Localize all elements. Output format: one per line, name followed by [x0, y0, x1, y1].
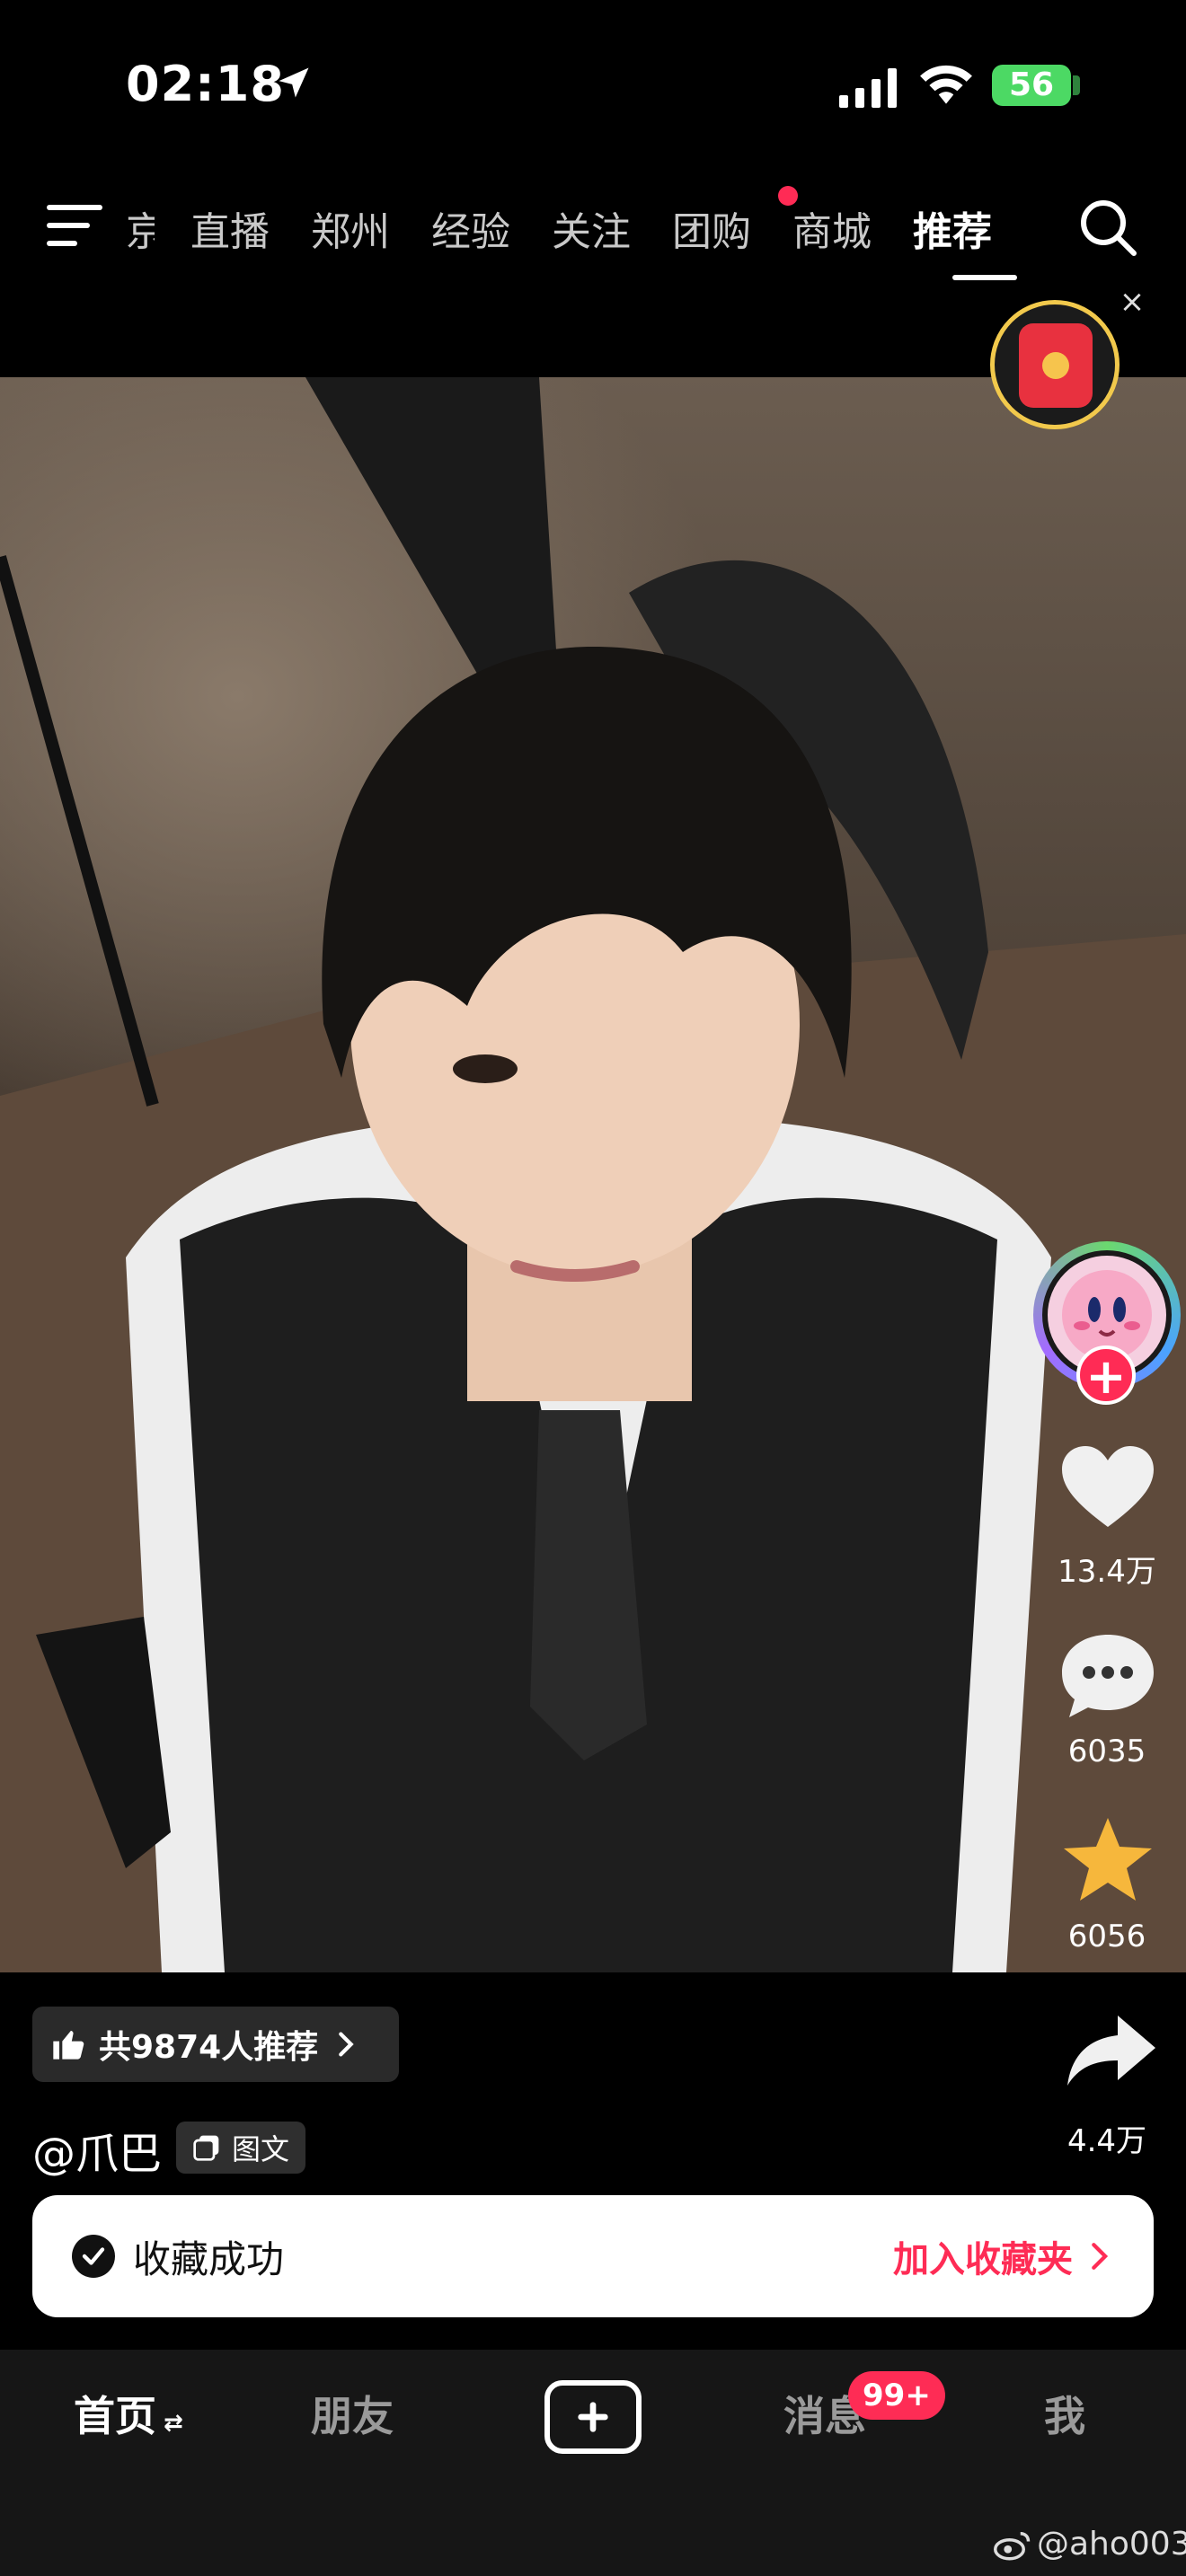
tab-me[interactable]: 我 — [1044, 2384, 1085, 2443]
group-buy-notification-dot — [778, 186, 798, 206]
favorite-success-toast: 收藏成功 加入收藏夹 — [32, 2195, 1154, 2317]
weibo-logo-icon — [994, 2531, 1031, 2560]
share-arrow-icon[interactable] — [1062, 2008, 1161, 2098]
plus-icon — [578, 2402, 608, 2432]
gallery-icon — [193, 2135, 219, 2161]
active-tab-indicator — [952, 275, 1017, 280]
comment-count: 6035 — [1067, 1734, 1146, 1769]
recommend-count-pill[interactable]: 共9874人推荐 — [32, 2007, 400, 2082]
swap-icon: ⇄ — [164, 2410, 183, 2437]
chevron-right-icon — [1092, 2243, 1109, 2270]
recommend-count-text: 共9874人推荐 — [99, 2029, 319, 2066]
follow-button[interactable]: + — [1076, 1345, 1136, 1405]
post-type-label: 图文 — [232, 2132, 290, 2166]
tab-home-label: 首页 — [74, 2392, 156, 2440]
watermark-text: @aho003 — [1037, 2526, 1186, 2563]
tab-group-buy[interactable]: 团购 — [672, 199, 751, 257]
chevron-right-icon — [339, 2032, 354, 2057]
battery-cap — [1073, 75, 1080, 95]
create-post-button[interactable] — [544, 2380, 642, 2454]
tab-recommended[interactable]: 推荐 — [913, 199, 992, 257]
status-time: 02:18 — [126, 56, 285, 112]
comment-bubble-icon[interactable] — [1058, 1631, 1157, 1721]
location-arrow-icon — [279, 67, 309, 98]
menu-icon[interactable] — [47, 203, 102, 248]
favorite-count: 6056 — [1067, 1919, 1146, 1954]
check-circle-icon — [72, 2235, 115, 2278]
battery-level: 56 — [1008, 66, 1055, 103]
cellular-signal-icon — [839, 68, 897, 108]
tab-following[interactable]: 关注 — [552, 199, 631, 257]
share-count: 4.4万 — [1067, 2123, 1147, 2159]
messages-badge: 99+ — [848, 2371, 945, 2420]
author-username[interactable]: @爪巴 — [32, 2118, 162, 2181]
tab-mall[interactable]: 商城 — [792, 199, 872, 257]
like-count: 13.4万 — [1058, 1554, 1156, 1590]
add-to-folder-label: 加入收藏夹 — [893, 2239, 1073, 2280]
red-packet-close-button[interactable]: × — [1114, 284, 1150, 320]
tab-live[interactable]: 直播 — [190, 199, 270, 257]
tab-jing[interactable]: 京 — [126, 199, 155, 257]
add-to-folder-button[interactable]: 加入收藏夹 — [893, 2230, 1114, 2282]
tab-friends[interactable]: 朋友 — [311, 2384, 394, 2443]
toast-message: 收藏成功 — [133, 2236, 285, 2281]
search-icon[interactable] — [1078, 198, 1137, 257]
red-envelope-seal — [1042, 352, 1069, 379]
thumbs-up-icon — [53, 2031, 84, 2060]
post-photo[interactable] — [0, 377, 1186, 1972]
top-nav-tabs: 京 直播 郑州 经验 关注 团购 商城 推荐 — [126, 194, 1033, 262]
photo-illustration — [0, 377, 1186, 1972]
tab-experience[interactable]: 经验 — [431, 199, 510, 257]
tab-zhengzhou[interactable]: 郑州 — [311, 199, 390, 257]
post-type-badge: 图文 — [176, 2122, 306, 2174]
tab-home[interactable]: 首页 ⇄ — [74, 2384, 183, 2443]
watermark: @aho003 — [994, 2526, 1186, 2563]
like-heart-icon[interactable] — [1058, 1444, 1157, 1534]
favorite-star-icon[interactable] — [1058, 1814, 1157, 1904]
wifi-icon — [920, 65, 972, 104]
